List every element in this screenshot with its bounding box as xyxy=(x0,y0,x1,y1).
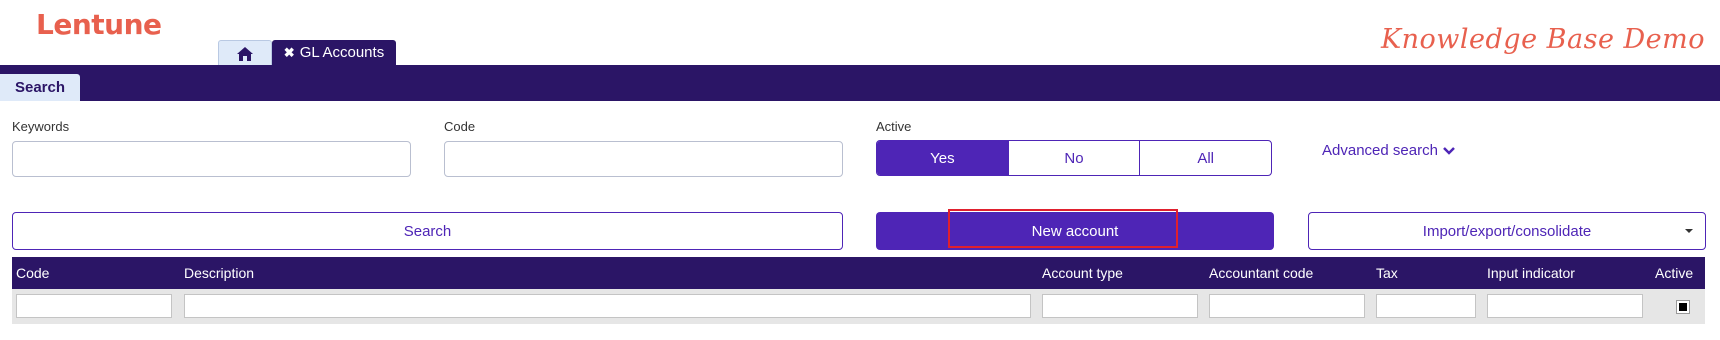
code-label: Code xyxy=(444,119,476,134)
filter-tax-input[interactable] xyxy=(1376,294,1476,318)
filter-account-type-input[interactable] xyxy=(1042,294,1198,318)
tagline: Knowledge Base Demo xyxy=(1380,24,1705,55)
close-icon[interactable]: ✖ xyxy=(284,45,295,61)
keywords-label: Keywords xyxy=(12,119,70,134)
code-input[interactable] xyxy=(444,141,843,177)
col-code[interactable]: Code xyxy=(16,257,49,289)
checkbox-mark xyxy=(1679,303,1687,311)
filter-description-input[interactable] xyxy=(184,294,1031,318)
tab-gl-accounts[interactable]: ✖ GL Accounts xyxy=(272,40,396,65)
active-yes-option[interactable]: Yes xyxy=(877,141,1008,175)
home-tab[interactable] xyxy=(218,40,272,66)
col-description[interactable]: Description xyxy=(184,257,254,289)
import-export-label: Import/export/consolidate xyxy=(1422,222,1592,240)
active-all-option[interactable]: All xyxy=(1139,141,1271,175)
filter-input-indicator-input[interactable] xyxy=(1487,294,1643,318)
tab-label: GL Accounts xyxy=(299,44,385,61)
filter-row xyxy=(12,289,1705,324)
table-header: Code Description Account type Accountant… xyxy=(12,257,1705,289)
filter-active-checkbox[interactable] xyxy=(1676,300,1690,314)
chevron-down-icon xyxy=(1443,146,1455,155)
import-export-dropdown[interactable]: Import/export/consolidate xyxy=(1308,212,1706,250)
advanced-search-link[interactable]: Advanced search xyxy=(1322,142,1456,159)
col-active[interactable]: Active xyxy=(1655,257,1693,289)
caret-down-icon xyxy=(1685,229,1693,233)
active-no-option[interactable]: No xyxy=(1007,141,1140,175)
keywords-input[interactable] xyxy=(12,141,411,177)
active-label: Active xyxy=(876,119,912,134)
filter-code-input[interactable] xyxy=(16,294,172,318)
col-tax[interactable]: Tax xyxy=(1376,257,1398,289)
active-toggle: Yes No All xyxy=(876,140,1272,176)
app-logo: Lentune xyxy=(36,8,162,41)
col-account-type[interactable]: Account type xyxy=(1042,257,1123,289)
highlight-box xyxy=(948,209,1178,248)
search-button[interactable]: Search xyxy=(12,212,843,250)
home-icon xyxy=(237,46,253,61)
top-bar: Search xyxy=(0,65,1720,101)
col-accountant-code[interactable]: Accountant code xyxy=(1209,257,1313,289)
filter-accountant-code-input[interactable] xyxy=(1209,294,1365,318)
tab-search[interactable]: Search xyxy=(0,74,80,101)
col-input-indicator[interactable]: Input indicator xyxy=(1487,257,1575,289)
advanced-search-label: Advanced search xyxy=(1322,142,1438,159)
